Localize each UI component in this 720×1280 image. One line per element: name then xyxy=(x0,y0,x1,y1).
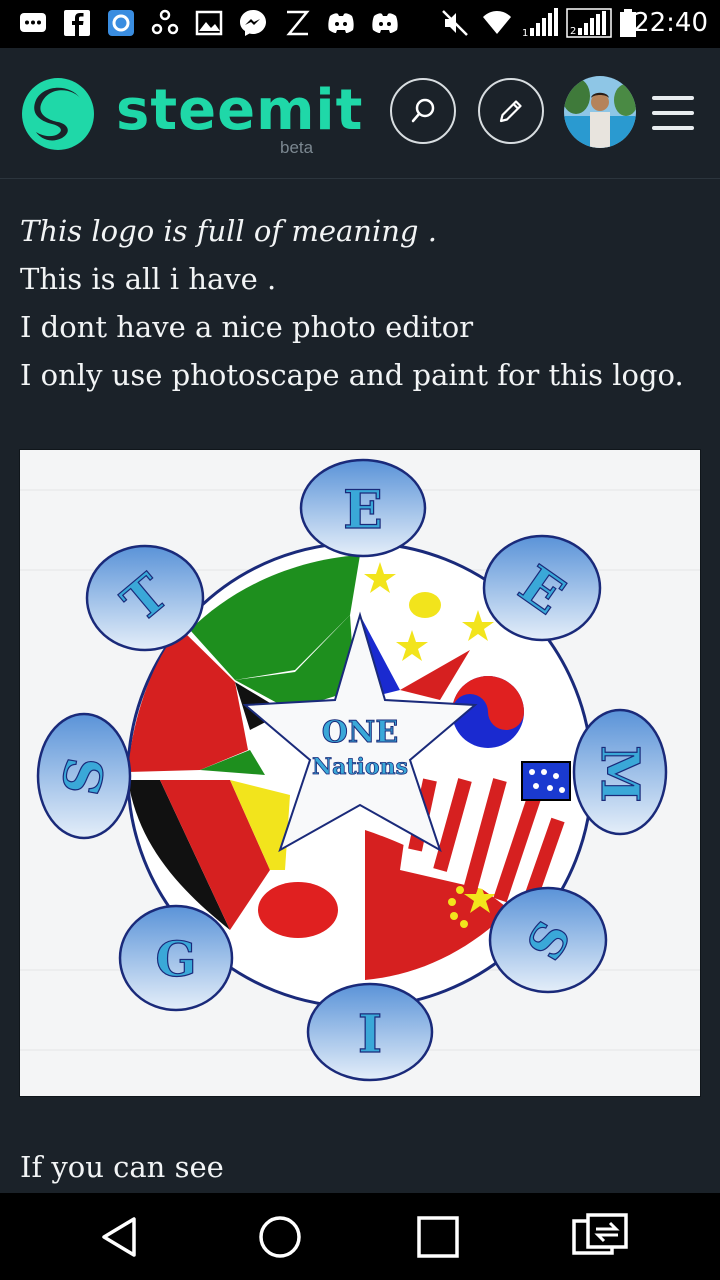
brand-name[interactable]: steemit xyxy=(116,78,363,143)
z-app-icon xyxy=(286,10,310,36)
back-icon[interactable] xyxy=(98,1213,146,1261)
share-icon xyxy=(151,9,179,35)
discord-icon xyxy=(328,13,354,33)
figure-letter: G xyxy=(156,932,197,988)
facebook-icon xyxy=(64,10,90,36)
system-nav-bar xyxy=(0,1193,720,1280)
home-icon[interactable] xyxy=(256,1213,304,1261)
one-nations-logo-drawing: ONE Nations E E M S I G S T xyxy=(20,458,700,1082)
wifi-icon xyxy=(483,11,511,34)
status-bar: 1 2 22:40 xyxy=(0,0,720,48)
figure-letter: E xyxy=(343,480,383,541)
hamburger-menu-icon[interactable] xyxy=(652,96,694,130)
gallery-icon xyxy=(195,10,223,36)
write-post-button[interactable] xyxy=(478,78,544,144)
figure-letter: M xyxy=(589,745,650,803)
post-text-line: This is all i have . xyxy=(20,262,277,296)
figure-center-line-1: ONE xyxy=(322,715,398,750)
recents-icon[interactable] xyxy=(414,1213,462,1261)
signal-2-icon: 2 xyxy=(566,8,612,38)
avatar[interactable] xyxy=(564,76,636,148)
clock: 22:40 xyxy=(633,8,708,38)
post-text-line: I only use photoscape and paint for this… xyxy=(20,358,684,392)
svg-text:2: 2 xyxy=(570,26,576,37)
post-paragraph-2: If you can see xyxy=(20,1143,710,1191)
post-image[interactable]: ONE Nations E E M S I G S T xyxy=(19,449,701,1097)
sync-app-icon xyxy=(108,10,134,36)
signal-1-icon: 1 xyxy=(522,8,558,38)
screen-switch-icon[interactable] xyxy=(572,1213,628,1261)
messages-icon xyxy=(20,13,46,32)
edit-icon xyxy=(499,100,522,123)
search-icon xyxy=(411,98,435,123)
discord-icon-2 xyxy=(372,13,398,33)
search-button[interactable] xyxy=(390,78,456,144)
post-text-line: If you can see xyxy=(20,1150,224,1184)
svg-text:1: 1 xyxy=(522,28,528,38)
post-body: This logo is full of meaning . This is a… xyxy=(0,179,720,1193)
steemit-logo-icon[interactable] xyxy=(20,76,96,152)
post-text-line: This logo is full of meaning . xyxy=(20,214,437,248)
figure-letter: I xyxy=(358,1004,382,1065)
app-header: steemit beta xyxy=(0,48,720,179)
brand-beta-label: beta xyxy=(280,138,314,157)
figure-center-line-2: Nations xyxy=(312,754,408,780)
messenger-icon xyxy=(240,10,266,36)
post-text-line: I dont have a nice photo editor xyxy=(20,310,474,344)
mute-icon xyxy=(442,10,468,36)
post-paragraph-1: This logo is full of meaning . This is a… xyxy=(20,207,710,399)
